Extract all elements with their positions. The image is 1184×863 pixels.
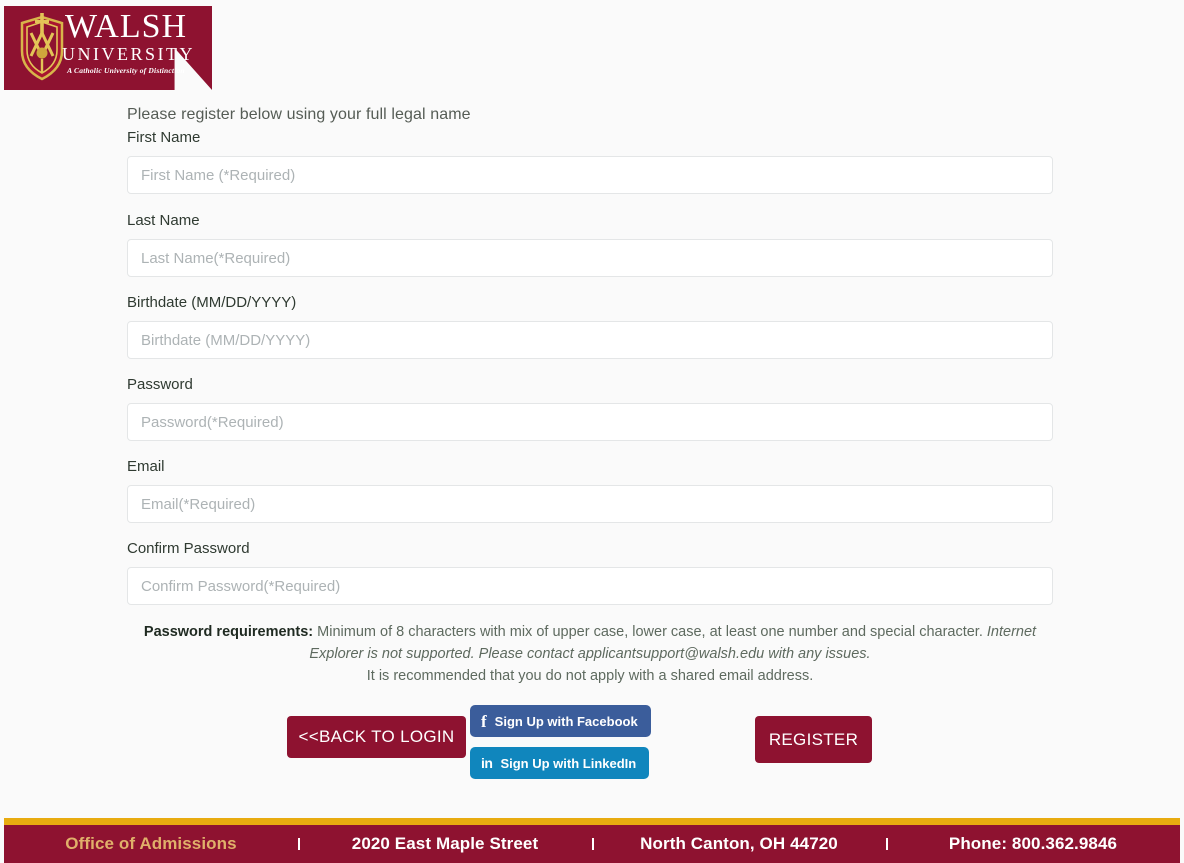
- label-birthdate: Birthdate (MM/DD/YYYY): [127, 294, 297, 311]
- logo-subtitle: UNIVERSITY: [62, 44, 195, 64]
- note-heading: Password requirements:: [143, 624, 314, 640]
- footer-street-address: 2020 East Maple Street: [298, 834, 592, 854]
- shield-crest-icon: [20, 13, 64, 81]
- signup-facebook-button[interactable]: f Sign Up with Facebook: [470, 705, 651, 737]
- footer-gold-rule: [4, 818, 1180, 825]
- field-email: Email: [127, 457, 1053, 523]
- input-birthdate[interactable]: [127, 321, 1053, 359]
- input-first-name[interactable]: [127, 156, 1053, 194]
- label-first-name: First Name: [127, 129, 201, 146]
- linkedin-icon: in: [481, 755, 493, 771]
- label-confirm-password: Confirm Password: [127, 540, 250, 557]
- back-to-login-button[interactable]: <<BACK TO LOGIN: [287, 716, 466, 758]
- footer-bar: Office of Admissions 2020 East Maple Str…: [4, 825, 1180, 863]
- field-birthdate: Birthdate (MM/DD/YYYY): [127, 293, 1053, 359]
- facebook-icon: f: [481, 711, 487, 731]
- site-footer: Office of Admissions 2020 East Maple Str…: [4, 818, 1180, 863]
- signup-linkedin-label: Sign Up with LinkedIn: [500, 755, 637, 771]
- site-header: WALSH UNIVERSITY A Catholic University o…: [4, 6, 212, 90]
- footer-office-of-admissions: Office of Admissions: [65, 834, 237, 853]
- label-email: Email: [127, 458, 165, 475]
- field-password: Password: [127, 375, 1053, 441]
- logo-brand: WALSH: [64, 8, 188, 45]
- input-confirm-password[interactable]: [127, 567, 1053, 605]
- footer-phone: Phone: 800.362.9846: [886, 834, 1180, 854]
- form-actions: <<BACK TO LOGIN f Sign Up with Facebook …: [0, 705, 1184, 785]
- note-line1: Minimum of 8 characters with mix of uppe…: [313, 624, 987, 640]
- logo-text-block: WALSH UNIVERSITY A Catholic University o…: [62, 8, 195, 75]
- form-intro-text: Please register below using your full le…: [127, 106, 471, 123]
- input-last-name[interactable]: [127, 239, 1053, 277]
- signup-linkedin-button[interactable]: in Sign Up with LinkedIn: [470, 747, 650, 779]
- logo-tagline: A Catholic University of Distinction: [67, 66, 185, 75]
- field-last-name: Last Name: [127, 211, 1053, 277]
- footer-city-state-zip: North Canton, OH 44720: [592, 834, 886, 854]
- label-last-name: Last Name: [127, 212, 200, 229]
- note-line2: It is recommended that you do not apply …: [366, 668, 814, 684]
- password-requirements-note: Password requirements: Minimum of 8 char…: [127, 621, 1053, 687]
- field-confirm-password: Confirm Password: [127, 539, 1053, 605]
- input-password[interactable]: [127, 403, 1053, 441]
- input-email[interactable]: [127, 485, 1053, 523]
- field-first-name: First Name: [127, 128, 1053, 194]
- label-password: Password: [127, 376, 193, 393]
- registration-form: Please register below using your full le…: [127, 104, 1053, 687]
- register-button[interactable]: REGISTER: [755, 716, 872, 763]
- signup-facebook-label: Sign Up with Facebook: [494, 713, 638, 729]
